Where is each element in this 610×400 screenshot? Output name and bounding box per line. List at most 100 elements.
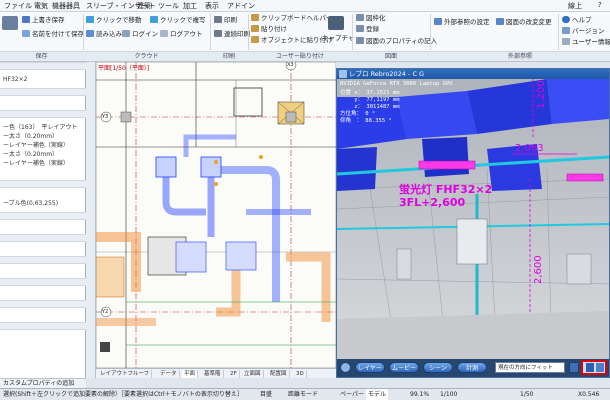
menu-addin[interactable]: アドイン bbox=[227, 1, 255, 11]
property-item[interactable]: ー太さ（0.20mm） bbox=[3, 149, 58, 158]
tool-icon[interactable] bbox=[596, 363, 604, 372]
drawing-property-button[interactable]: 図面のプロパティの記入 bbox=[356, 37, 437, 46]
status-hint: 選択(Shift＋左クリックで追加要素の解除）［要素選択はCtrl＋モノバトの表… bbox=[3, 391, 243, 398]
copy-icon bbox=[150, 16, 158, 23]
drawing-frame-button[interactable]: 図枠化 bbox=[356, 14, 386, 23]
app-icon bbox=[339, 70, 347, 78]
group-drawing-label: 図面 bbox=[352, 51, 430, 61]
menu-process[interactable]: 加工 bbox=[183, 1, 197, 11]
wrench-icon[interactable] bbox=[586, 363, 594, 372]
tab-data[interactable]: データ bbox=[158, 370, 180, 378]
grid-label-y3: Y3 bbox=[102, 114, 109, 120]
settings-icon[interactable] bbox=[569, 362, 579, 373]
menu-file[interactable]: ファイル bbox=[4, 1, 32, 11]
drawing-info-change-button[interactable]: 図面の改変変更 bbox=[496, 18, 552, 27]
paste-button[interactable]: 貼り付け bbox=[251, 25, 287, 34]
movie-button[interactable]: ムービー bbox=[389, 362, 419, 373]
status-distance-mode[interactable]: 距離モード bbox=[288, 389, 318, 400]
measure-button[interactable]: 計測 bbox=[457, 362, 487, 373]
property-item[interactable]: ー色（163） 平レイアウト bbox=[3, 122, 77, 131]
panel-section-bar bbox=[0, 234, 86, 242]
property-item[interactable]: HF32×2 bbox=[3, 76, 27, 83]
tab-elevation[interactable]: 立面図 bbox=[242, 370, 264, 378]
version-icon bbox=[562, 27, 570, 34]
tab-plan[interactable]: 平面 bbox=[182, 370, 199, 378]
clipboard-icon bbox=[251, 14, 259, 21]
status-paper[interactable]: ペーパー bbox=[340, 389, 364, 400]
ribbon-separator bbox=[558, 14, 559, 50]
menu-electric[interactable]: 電気 bbox=[34, 1, 48, 11]
printer-icon bbox=[214, 16, 222, 23]
panel-section-bar bbox=[0, 322, 86, 330]
user-info-button[interactable]: ユーザー情報 bbox=[562, 38, 610, 47]
status-zoom[interactable]: 99.1% bbox=[410, 389, 429, 400]
print-button[interactable]: 印刷 bbox=[214, 16, 237, 25]
sheet-tabs: レイアウトフルーフ データ 平面 基準階 2F 立面図 配置図 3D bbox=[96, 368, 336, 378]
paste-icon bbox=[251, 25, 259, 32]
scene-button[interactable]: シーン bbox=[423, 362, 453, 373]
help-icon bbox=[562, 16, 570, 23]
cg-3d-window[interactable]: レブロ Rebro2024 - C G NVIDIA GeForce RTX 3… bbox=[336, 68, 610, 378]
property-item[interactable]: ー太さ（0.20mm） bbox=[3, 131, 58, 140]
tab-2f[interactable]: 2F bbox=[228, 370, 240, 378]
grid-label-y2: Y2 bbox=[102, 309, 109, 315]
group-save-label: 保存 bbox=[0, 51, 83, 61]
capture-button[interactable]: キャプチャ bbox=[322, 34, 354, 43]
panel-section-bar bbox=[0, 110, 86, 118]
property-icon bbox=[356, 37, 364, 44]
menu-help-icon[interactable]: ? bbox=[598, 1, 602, 9]
change-icon bbox=[496, 18, 504, 25]
plan-canvas[interactable]: 平面[1/50（平面）] X3 Y3 Y2 bbox=[96, 62, 336, 368]
ext-ref-setting-button[interactable]: 外部参照の設定 bbox=[434, 18, 490, 27]
status-model[interactable]: モデル bbox=[366, 389, 389, 400]
menu-equipment[interactable]: 機器器具 bbox=[52, 1, 80, 11]
status-scale-mode[interactable]: 目盛 bbox=[260, 389, 272, 400]
camera-icon[interactable] bbox=[328, 16, 344, 30]
register-button[interactable]: 登録 bbox=[356, 25, 379, 34]
group-print-label: 印刷 bbox=[210, 51, 248, 61]
batch-print-button[interactable]: 連続印刷 bbox=[214, 30, 250, 39]
read-button[interactable]: 読み込み bbox=[86, 30, 122, 39]
ribbon-separator bbox=[210, 14, 211, 50]
save-as-icon bbox=[22, 30, 30, 37]
user-icon bbox=[562, 38, 570, 45]
vertical-tab-strip[interactable] bbox=[86, 62, 96, 378]
panel-header bbox=[0, 62, 86, 70]
view-fit-select[interactable]: 現在の方向にフィット bbox=[495, 362, 565, 373]
version-button[interactable]: バージョン bbox=[562, 27, 604, 36]
property-item[interactable]: ーブル色(0,63,255) bbox=[3, 198, 58, 207]
tool-highlight[interactable] bbox=[581, 360, 607, 375]
menu-architecture[interactable]: 建築 bbox=[137, 1, 151, 11]
status-scale[interactable]: 1/100 bbox=[440, 389, 457, 400]
panel-section-bar bbox=[0, 88, 86, 96]
panel-section-bar bbox=[0, 212, 86, 220]
tab-3d[interactable]: 3D bbox=[294, 370, 307, 378]
ribbon-separator bbox=[83, 14, 84, 50]
help-button[interactable]: ヘルプ bbox=[562, 16, 592, 25]
save-big-icon[interactable] bbox=[2, 16, 18, 30]
clipboard-helper-button[interactable]: クリップボードヘルパー bbox=[251, 14, 333, 23]
click-move-button[interactable]: クリックで移動 bbox=[86, 16, 142, 25]
save-as-button[interactable]: 名前を付けて保存 bbox=[22, 30, 84, 39]
menu-tools[interactable]: ツール bbox=[158, 1, 179, 11]
click-copy-button[interactable]: クリックで複写 bbox=[150, 16, 206, 25]
menu-view[interactable]: 表示 bbox=[205, 1, 219, 11]
property-item[interactable]: ーレイヤー補色（実線） bbox=[3, 140, 69, 149]
overwrite-save-button[interactable]: 上書き保存 bbox=[22, 16, 65, 25]
property-item[interactable]: ーレイヤー補色（実線） bbox=[3, 158, 69, 167]
logout-button[interactable]: ログアウト bbox=[160, 30, 203, 39]
menu-right-user[interactable]: 線上 bbox=[568, 1, 582, 11]
add-custom-property-button[interactable]: カスタムプロパティの追加 bbox=[0, 378, 86, 388]
tab-layout-plan[interactable]: 配置図 bbox=[268, 370, 290, 378]
tab-base-floor[interactable]: 基準階 bbox=[202, 370, 224, 378]
login-button[interactable]: ログイン bbox=[122, 30, 158, 39]
home-icon[interactable] bbox=[340, 362, 351, 373]
3d-viewport[interactable]: NVIDIA GeForce RTX 3080 Laptop GPU 位置 x：… bbox=[337, 79, 609, 359]
layer-button[interactable]: レイヤー bbox=[355, 362, 385, 373]
status-layout-scale[interactable]: 1/50 bbox=[520, 389, 533, 400]
paste-to-object-button[interactable]: オブジェクトに貼り付け bbox=[251, 36, 333, 45]
group-user-paste-label: ユーザー貼り付け bbox=[248, 51, 352, 61]
tab-layout[interactable]: レイアウトフルーフ bbox=[98, 370, 153, 378]
property-panel: HF32×2 ー色（163） 平レイアウト ー太さ（0.20mm） ーレイヤー補… bbox=[0, 62, 86, 378]
grid-label-x3: X3 bbox=[287, 62, 294, 68]
